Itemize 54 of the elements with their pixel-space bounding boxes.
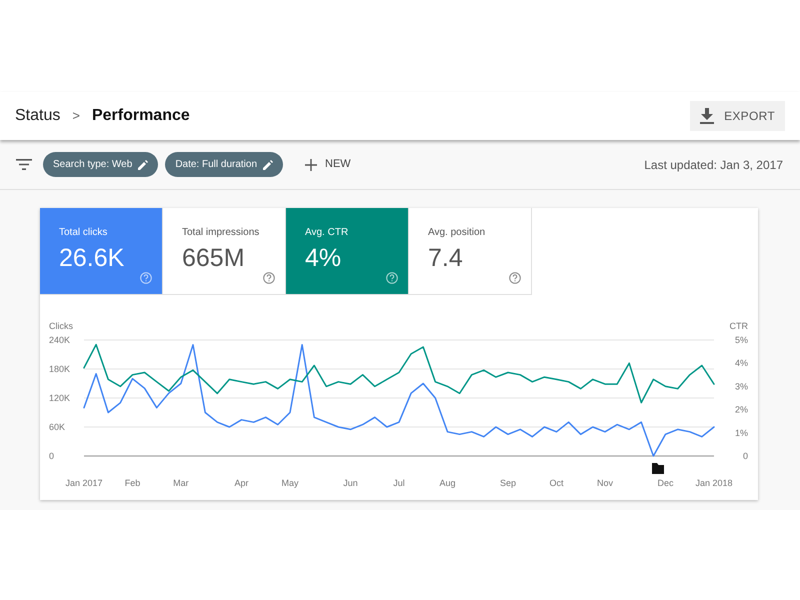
tick-label: Jun xyxy=(343,478,358,488)
page-title: Performance xyxy=(92,106,190,126)
breadcrumb-link[interactable]: Status xyxy=(15,104,60,128)
breadcrumb-separator: > xyxy=(72,107,80,126)
y-axis-title: Clicks xyxy=(49,321,73,331)
metric-label: Avg. CTR xyxy=(305,227,350,239)
tick-label: Feb xyxy=(124,478,140,488)
annotation-icon[interactable] xyxy=(652,463,664,474)
metric-tile[interactable]: Total impressions 665M xyxy=(163,208,286,295)
tick-label: 1% xyxy=(734,428,748,438)
filter-icon[interactable] xyxy=(16,159,32,170)
tick-label: Jan 2017 xyxy=(65,478,103,488)
tick-label: Dec xyxy=(658,478,674,488)
tick-label: Mar xyxy=(173,478,189,488)
metric-value: 665M xyxy=(182,243,246,273)
filter-chip[interactable]: Date: Full duration xyxy=(165,152,284,177)
download-icon xyxy=(700,108,714,124)
tick-label: 2% xyxy=(734,404,748,415)
tick-label: 180K xyxy=(49,364,70,374)
last-updated-text: Last updated: Jan 3, 2017 xyxy=(644,156,783,174)
tick-label: 240K xyxy=(49,335,70,345)
metric-label: Total impressions xyxy=(182,227,260,239)
tick-label: 120K xyxy=(49,393,70,403)
tick-label: Aug xyxy=(439,478,456,488)
tick-label: 0 xyxy=(742,451,748,461)
tick-label: 3% xyxy=(734,381,748,392)
help-icon[interactable] xyxy=(263,272,275,284)
metric-tile[interactable]: Avg. CTR 4% xyxy=(286,208,409,295)
tick-label: Nov xyxy=(596,478,613,488)
tick-label: 5% xyxy=(734,335,748,345)
tick-label: 4% xyxy=(734,358,748,368)
pencil-icon xyxy=(138,160,148,170)
metric-value: 26.6K xyxy=(59,243,126,273)
pencil-icon xyxy=(263,160,274,170)
tick-label: Sep xyxy=(500,478,516,488)
tick-label: Jan 2018 xyxy=(695,478,733,488)
tick-label: Oct xyxy=(550,478,564,488)
metric-tile[interactable]: Total clicks 26.6K xyxy=(40,208,163,295)
tick-label: Jul xyxy=(393,478,405,488)
export-button[interactable]: EXPORT xyxy=(690,101,785,131)
plus-icon xyxy=(305,158,318,170)
metric-value: 7.4 xyxy=(428,243,464,273)
metric-label: Avg. position xyxy=(428,227,486,239)
y-axis-title: CTR xyxy=(730,321,748,331)
tick-label: 60K xyxy=(49,422,66,432)
metric-label: Total clicks xyxy=(59,227,108,239)
help-icon[interactable] xyxy=(509,272,521,284)
tick-label: Apr xyxy=(234,478,248,488)
filter-chip[interactable]: Search type: Web xyxy=(43,152,158,177)
tick-label: 0 xyxy=(49,451,54,461)
new-filter-button[interactable]: NEW xyxy=(300,152,356,177)
metric-tile[interactable]: Avg. position 7.4 xyxy=(409,208,532,295)
metric-value: 4% xyxy=(305,243,342,273)
tick-label: May xyxy=(281,478,298,488)
